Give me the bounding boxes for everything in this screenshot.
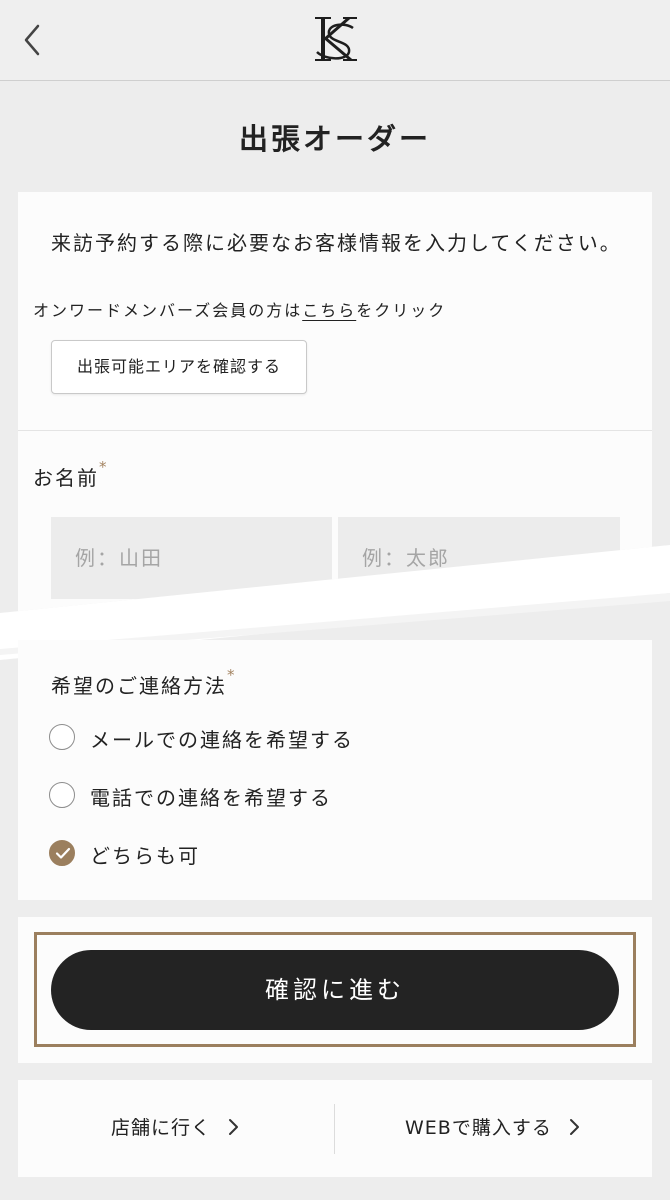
buy-web-link[interactable]: WEBで購入する <box>405 1080 580 1177</box>
required-mark: * <box>99 458 109 476</box>
radio-label: 電話での連絡を希望する <box>90 786 332 810</box>
chevron-right-icon <box>229 1118 239 1135</box>
brand-logo-icon[interactable] <box>305 14 365 64</box>
radio-button-checked[interactable] <box>49 840 75 866</box>
go-to-store-label: 店舗に行く <box>111 1117 212 1139</box>
submit-card: 確認に進む <box>18 917 652 1063</box>
check-area-button[interactable]: 出張可能エリアを確認する <box>51 340 307 394</box>
member-login-line: オンワードメンバーズ会員の方はこちらをクリック <box>33 297 446 321</box>
contact-method-card: 希望のご連絡方法* メールでの連絡を希望する 電話での連絡を希望する どちらも可 <box>18 640 652 900</box>
radio-button[interactable] <box>49 782 75 808</box>
chevron-right-icon <box>569 1118 579 1135</box>
member-login-link[interactable]: こちら <box>302 301 356 320</box>
radio-label: メールでの連絡を希望する <box>90 728 354 752</box>
back-button[interactable] <box>18 22 50 58</box>
name-label-text: お名前 <box>33 466 99 490</box>
go-to-store-link[interactable]: 店舗に行く <box>111 1080 239 1177</box>
intro-text: 来訪予約する際に必要なお客様情報を入力してください。 <box>51 231 622 255</box>
app-header <box>0 0 670 81</box>
radio-button[interactable] <box>49 724 75 750</box>
contact-method-label-text: 希望のご連絡方法 <box>51 674 227 698</box>
radio-option-email[interactable]: メールでの連絡を希望する <box>49 722 569 754</box>
required-mark: * <box>227 666 237 684</box>
page-title: 出張オーダー <box>238 122 431 156</box>
buy-web-label: WEBで購入する <box>405 1117 552 1139</box>
name-label: お名前* <box>33 458 109 491</box>
radio-option-either[interactable]: どちらも可 <box>49 838 569 870</box>
radio-label: どちらも可 <box>90 844 200 868</box>
radio-option-phone[interactable]: 電話での連絡を希望する <box>49 780 569 812</box>
confirm-button[interactable]: 確認に進む <box>51 950 619 1030</box>
divider <box>18 430 652 431</box>
contact-method-label: 希望のご連絡方法* <box>51 666 237 699</box>
chevron-left-icon <box>24 24 40 56</box>
links-divider <box>334 1104 335 1154</box>
member-prefix: オンワードメンバーズ会員の方は <box>33 301 303 320</box>
footer-links-card: 店舗に行く WEBで購入する <box>18 1080 652 1177</box>
check-icon <box>55 847 71 859</box>
member-suffix: をクリック <box>356 301 447 320</box>
